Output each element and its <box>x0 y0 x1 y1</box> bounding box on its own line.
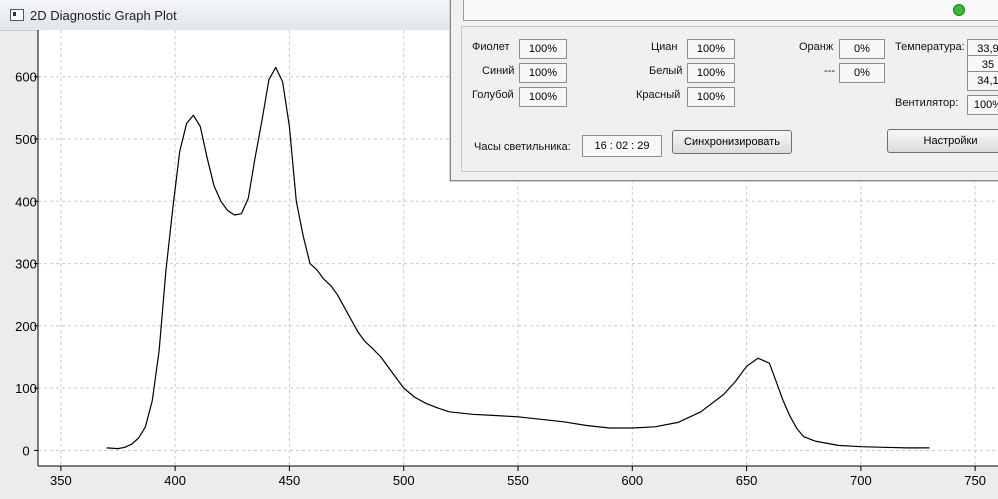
sync-button[interactable]: Синхронизировать <box>672 130 792 154</box>
channel-label-white: Белый <box>649 65 683 77</box>
y-tick-label: 100 <box>15 381 37 396</box>
fan-value[interactable]: 100% <box>967 95 998 115</box>
x-tick-label: 650 <box>736 473 758 488</box>
y-tick-label: 300 <box>15 257 37 272</box>
x-tick-label: 350 <box>50 473 72 488</box>
x-tick-label: 450 <box>279 473 301 488</box>
y-tick-label: 400 <box>15 194 37 209</box>
channel-label-light-blue: Голубой <box>472 89 514 101</box>
x-tick-label: 600 <box>621 473 643 488</box>
x-tick-label: 750 <box>964 473 986 488</box>
channel-label-blue: Синий <box>482 65 515 77</box>
y-tick-label: 200 <box>15 319 37 334</box>
channel-label-orange: Оранж <box>799 41 834 53</box>
y-tick-label: 500 <box>15 132 37 147</box>
status-led-icon <box>953 4 965 16</box>
clock-label: Часы светильника: <box>474 141 571 153</box>
channel-label-cyan: Циан <box>651 41 678 53</box>
channel-value-orange[interactable]: 0% <box>839 39 885 59</box>
y-tick-label: 600 <box>15 70 37 85</box>
channel-label-violet: Фиолет <box>472 41 510 53</box>
controller-panel: Фиолет 100% Синий 100% Голубой 100% Циан… <box>450 0 998 181</box>
y-tick-label: 0 <box>22 443 29 458</box>
temperature-value-3: 34,1 <box>967 71 998 91</box>
channel-label-red: Красный <box>636 89 681 101</box>
x-tick-label: 550 <box>507 473 529 488</box>
x-tick-label: 500 <box>393 473 415 488</box>
channel-value-empty[interactable]: 0% <box>839 63 885 83</box>
x-tick-label: 700 <box>850 473 872 488</box>
channel-value-cyan[interactable]: 100% <box>687 39 735 59</box>
channel-value-blue[interactable]: 100% <box>519 63 567 83</box>
channel-label-empty: --- <box>824 65 835 77</box>
status-strip <box>463 0 998 21</box>
clock-value: 16 : 02 : 29 <box>582 135 662 157</box>
settings-button[interactable]: Настройки <box>887 129 998 153</box>
x-tick-label: 400 <box>164 473 186 488</box>
channel-value-white[interactable]: 100% <box>687 63 735 83</box>
channel-value-light-blue[interactable]: 100% <box>519 87 567 107</box>
channel-value-violet[interactable]: 100% <box>519 39 567 59</box>
channel-value-red[interactable]: 100% <box>687 87 735 107</box>
temperature-label: Температура: <box>895 41 965 53</box>
fan-label: Вентилятор: <box>895 97 959 109</box>
channel-group: Фиолет 100% Синий 100% Голубой 100% Циан… <box>461 26 998 172</box>
